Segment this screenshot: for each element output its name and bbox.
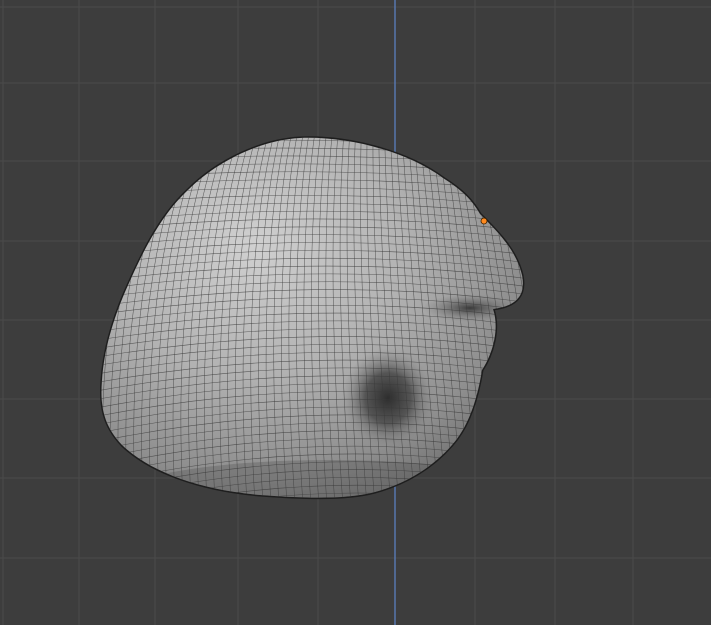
mesh-object[interactable] — [63, 92, 560, 562]
mesh-cheek-dent — [342, 348, 434, 448]
3d-viewport[interactable] — [0, 0, 711, 625]
wire-edge-loop — [90, 100, 540, 112]
wire-edge-loop — [90, 124, 540, 136]
wire-edge-loop — [90, 524, 540, 562]
viewport-canvas[interactable] — [0, 0, 711, 625]
selected-vertex[interactable] — [480, 217, 488, 225]
wire-edge-loop — [90, 516, 540, 553]
wire-edge-loop — [90, 116, 540, 128]
mesh-lower-shadow — [110, 460, 523, 498]
wire-edge-loop — [90, 501, 540, 537]
wire-edge-loop — [90, 108, 540, 120]
wire-edge-loop — [90, 92, 540, 104]
wire-edge-loop — [90, 509, 540, 545]
wire-edge-ring — [490, 137, 523, 498]
